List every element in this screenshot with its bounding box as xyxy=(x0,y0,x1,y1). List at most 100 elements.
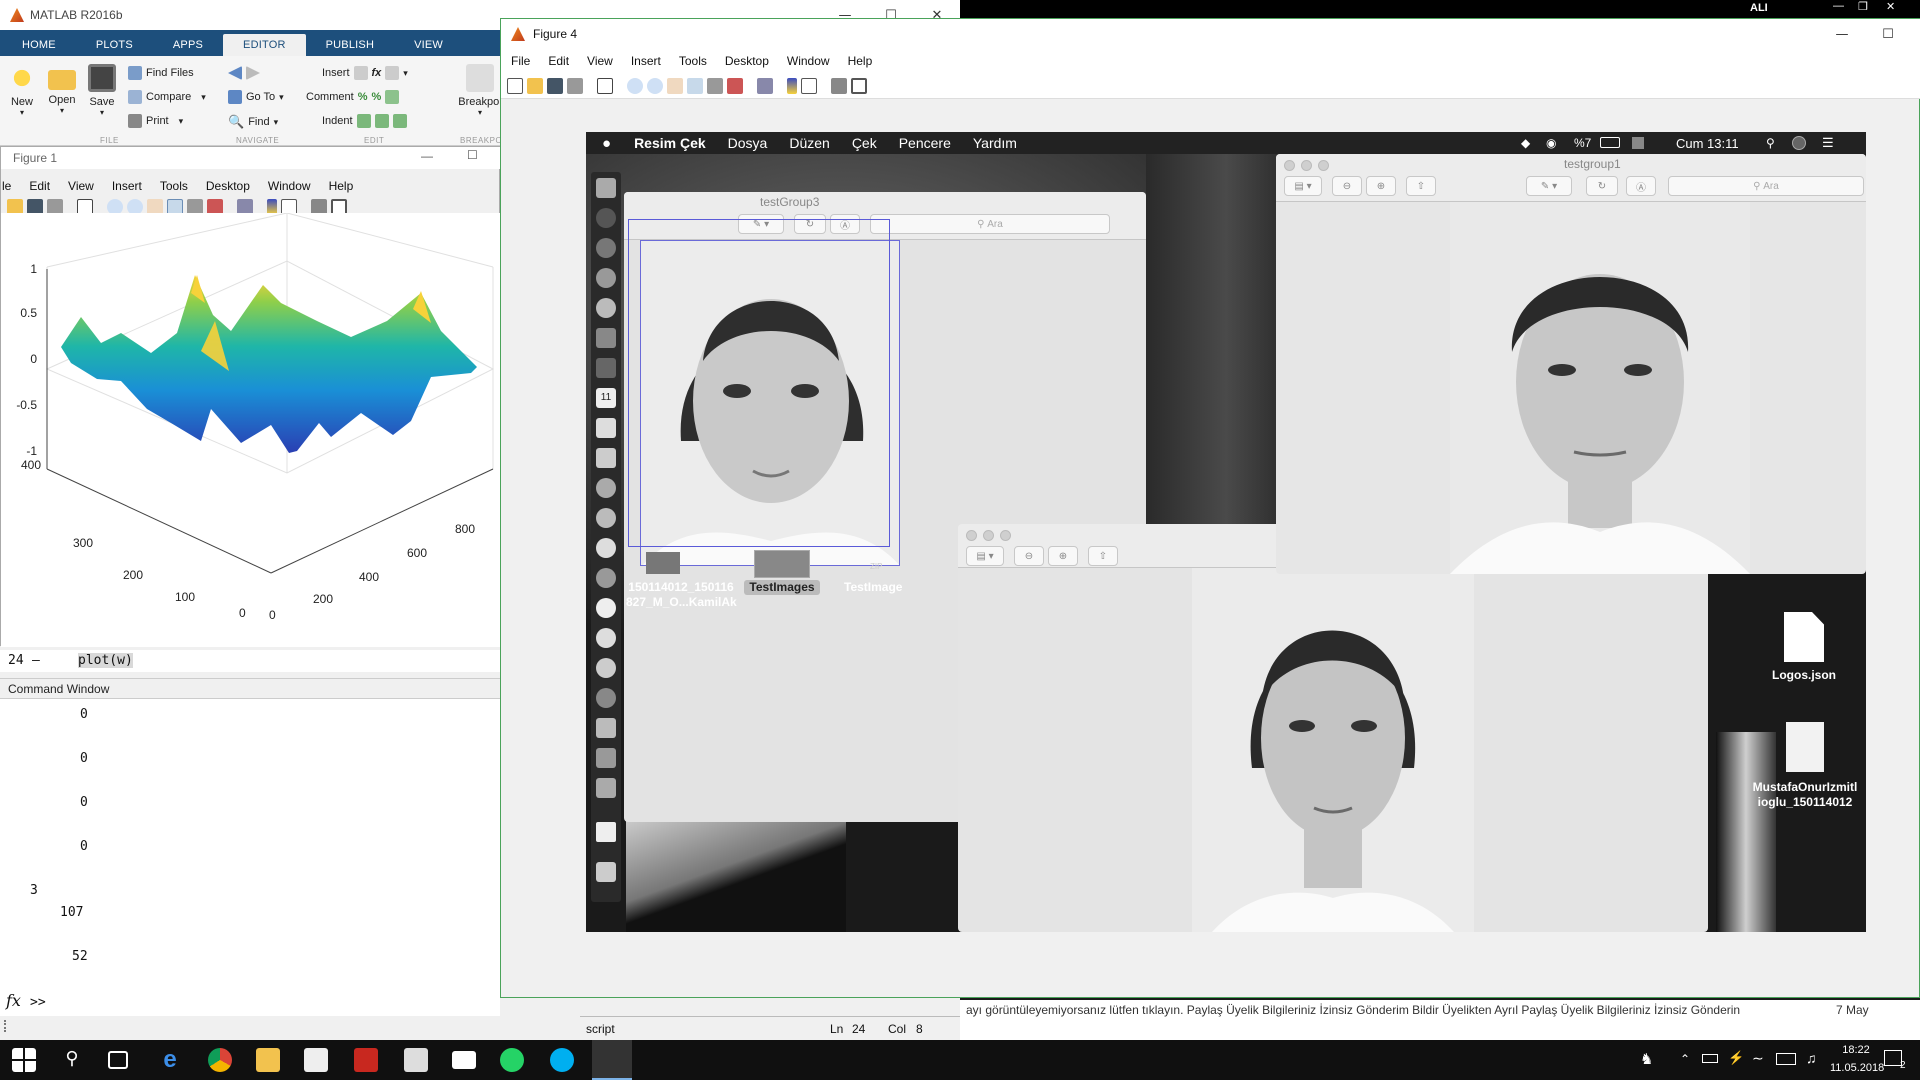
dock-safari-icon[interactable] xyxy=(596,268,616,288)
rotate-button[interactable]: ↻ xyxy=(794,214,826,234)
dock-trash-icon[interactable] xyxy=(596,862,616,882)
task-view-icon[interactable] xyxy=(108,1051,128,1069)
face-image-man[interactable] xyxy=(1450,202,1750,574)
dock-notes-icon[interactable] xyxy=(596,418,616,438)
tab-apps[interactable]: APPS xyxy=(153,34,223,56)
dock-siri-icon[interactable] xyxy=(596,208,616,228)
scroll-grip[interactable] xyxy=(4,1020,24,1032)
tray-chevron-icon[interactable]: ⌃ xyxy=(1680,1052,1690,1066)
top-minimize-icon[interactable]: — xyxy=(1833,0,1844,12)
keyboard-icon[interactable] xyxy=(1776,1053,1796,1065)
code-text[interactable]: plot(w) xyxy=(78,653,133,668)
tab-editor[interactable]: EDITOR xyxy=(223,34,306,56)
dock-messages-icon[interactable] xyxy=(596,538,616,558)
spotlight-icon[interactable]: ⚲ xyxy=(1766,136,1775,150)
zoom-out-button[interactable]: ⊖ xyxy=(1014,546,1044,566)
dock-contacts-icon[interactable] xyxy=(596,358,616,378)
testgroup3-search[interactable]: ⚲ Ara xyxy=(870,214,1110,234)
breakpoints-button[interactable]: Breakpoi ▾ xyxy=(456,64,504,117)
dock-calendar-icon[interactable]: 11 xyxy=(596,388,616,408)
desktop-item-json-label[interactable]: Logos.json xyxy=(1756,668,1852,683)
people-icon[interactable]: ♞ xyxy=(1640,1050,1653,1068)
compare-button[interactable]: Compare ▾ xyxy=(128,90,206,104)
dock-finder-icon[interactable] xyxy=(596,178,616,198)
desktop-item-doc-thumb[interactable] xyxy=(1786,722,1824,772)
fig4-brush-icon[interactable] xyxy=(727,77,743,94)
whatsapp-icon[interactable] xyxy=(500,1048,524,1072)
dock-ibooks-icon[interactable] xyxy=(596,628,616,648)
face-image-woman2[interactable] xyxy=(1192,568,1474,932)
find-files-button[interactable]: Find Files xyxy=(128,66,194,80)
calculator-icon[interactable] xyxy=(404,1048,428,1072)
dock-skype-icon[interactable] xyxy=(596,718,616,738)
file-explorer-icon[interactable] xyxy=(256,1048,280,1072)
fig1-menu-file[interactable]: le xyxy=(0,179,20,193)
dock-appstore-icon[interactable] xyxy=(596,658,616,678)
store-icon[interactable] xyxy=(304,1048,328,1072)
dock-facetime-icon[interactable] xyxy=(596,568,616,588)
figure1-maximize-icon[interactable]: ☐ xyxy=(467,148,478,162)
tab-publish[interactable]: PUBLISH xyxy=(306,34,394,56)
desktop-item-zip-thumb[interactable] xyxy=(646,552,680,574)
dock-screenshot-icon[interactable] xyxy=(596,778,616,798)
desktop-item-zip-label[interactable]: 150114012_150116 827_M_O...KamilAk xyxy=(626,580,737,610)
notification-list-icon[interactable]: ☰ xyxy=(1822,135,1834,151)
zoom-in-button[interactable]: ⊕ xyxy=(1366,176,1396,196)
testgroup1-search[interactable]: ⚲ Ara xyxy=(1668,176,1864,196)
go-to-button[interactable]: Go To ▾ xyxy=(228,90,284,104)
fig4-zoom-out-icon[interactable] xyxy=(647,77,663,94)
zoom-in-button[interactable]: ⊕ xyxy=(1048,546,1078,566)
fig4-pointer-icon[interactable] xyxy=(597,77,613,94)
fig4-hide-plot-tools-icon[interactable] xyxy=(831,77,847,94)
markup-button[interactable]: ✎ ▾ xyxy=(1526,176,1572,196)
surface-plot-area[interactable]: 1 0.5 0 -0.5 -1 400 300 200 100 0 0 200 … xyxy=(1,212,501,647)
fig4-link-icon[interactable] xyxy=(757,77,773,94)
fig4-new-icon[interactable] xyxy=(507,77,523,94)
fig1-menu-edit[interactable]: Edit xyxy=(20,179,59,193)
fig4-save-icon[interactable] xyxy=(547,77,563,94)
mac-menu-app[interactable]: Resim Çek xyxy=(623,135,717,151)
save-button[interactable]: Save ▾ xyxy=(82,64,122,117)
fig4-show-plot-tools-icon[interactable] xyxy=(851,77,867,94)
share-button[interactable]: ⇧ xyxy=(1406,176,1436,196)
mac-menu-edit[interactable]: Düzen xyxy=(778,135,840,151)
dock-system-preferences-icon[interactable] xyxy=(596,688,616,708)
zoom-out-button[interactable]: ⊖ xyxy=(1332,176,1362,196)
battery-icon[interactable] xyxy=(1600,137,1620,148)
fig4-print-icon[interactable] xyxy=(567,77,583,94)
indent-button[interactable]: Indent xyxy=(322,114,407,128)
fig4-zoom-in-icon[interactable] xyxy=(627,77,643,94)
fig4-menu-window[interactable]: Window xyxy=(778,54,839,68)
mac-menu-capture[interactable]: Çek xyxy=(841,135,888,151)
fig1-menu-view[interactable]: View xyxy=(59,179,103,193)
clock-date[interactable]: 11.05.2018 xyxy=(1830,1062,1884,1074)
dock-chrome-icon[interactable] xyxy=(596,298,616,318)
fig4-datacursor-icon[interactable] xyxy=(707,77,723,94)
web-footer-text[interactable]: ayı görüntüleyemiyorsanız lütfen tıklayı… xyxy=(966,1003,1740,1017)
comment-button[interactable]: Comment%% xyxy=(306,90,400,104)
sidebar-toggle-button[interactable]: ▤ ▾ xyxy=(966,546,1004,566)
fig4-menu-help[interactable]: Help xyxy=(839,54,882,68)
dock-image-capture-icon[interactable] xyxy=(596,748,616,768)
annotate-button[interactable]: Ⓐ xyxy=(830,214,860,234)
skype-icon[interactable] xyxy=(550,1048,574,1072)
fig4-menu-tools[interactable]: Tools xyxy=(670,54,716,68)
fig4-open-icon[interactable] xyxy=(527,77,543,94)
edge-icon[interactable]: e xyxy=(158,1048,182,1072)
desktop-item-testimage-label[interactable]: TestImage xyxy=(844,580,914,595)
matlab-taskbar-icon[interactable] xyxy=(592,1040,632,1080)
sidebar-toggle-button[interactable]: ▤ ▾ xyxy=(1284,176,1322,196)
find-button[interactable]: 🔍 Find ▾ xyxy=(228,114,278,130)
tab-plots[interactable]: PLOTS xyxy=(76,34,153,56)
desktop-item-folder-thumb[interactable] xyxy=(754,550,810,578)
desktop-item-testimages-label[interactable]: TestImages xyxy=(744,580,820,595)
dock-photos-icon[interactable] xyxy=(596,478,616,498)
extra-menu-icon[interactable] xyxy=(1632,137,1644,149)
fig4-colorbar-icon[interactable] xyxy=(787,77,797,94)
top-close-icon[interactable]: ✕ xyxy=(1886,0,1895,13)
fig4-pan-icon[interactable] xyxy=(667,77,683,94)
desktop-item-json-icon[interactable] xyxy=(1784,612,1824,662)
clock-time[interactable]: 18:22 xyxy=(1830,1044,1882,1056)
mac-menu-file[interactable]: Dosya xyxy=(717,135,779,151)
fig4-rotate-icon[interactable] xyxy=(687,77,703,94)
